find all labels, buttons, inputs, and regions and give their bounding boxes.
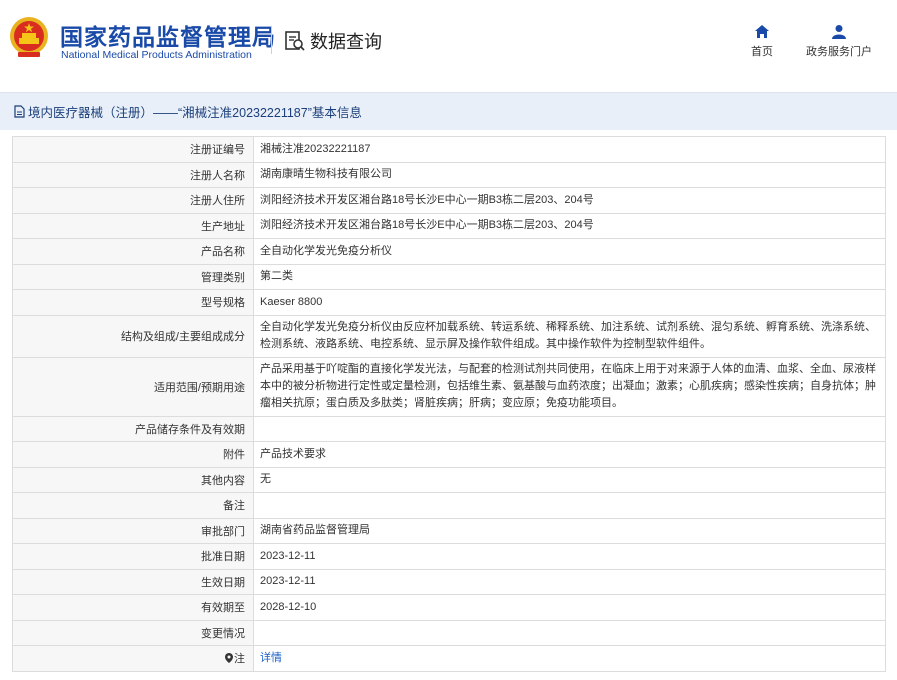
- table-row: 附件 产品技术要求: [12, 441, 886, 468]
- row-value: 产品采用基于吖啶酯的直接化学发光法，与配套的检测试剂共同使用，在临床上用于对来源…: [253, 356, 886, 417]
- table-row: 生效日期 2023-12-11: [12, 568, 886, 595]
- table-row: 产品名称 全自动化学发光免疫分析仪: [12, 238, 886, 265]
- org-name-cn: 国家药品监督管理局: [60, 24, 276, 50]
- row-label: 变更情况: [12, 619, 254, 646]
- row-label: 其他内容: [12, 466, 254, 493]
- row-value: 第二类: [253, 263, 886, 290]
- row-value: 2023-12-11: [253, 568, 886, 595]
- table-row: 注 详情: [12, 645, 886, 672]
- table-row: 备注: [12, 492, 886, 519]
- row-label: 结构及组成/主要组成成分: [12, 314, 254, 358]
- table-row: 生产地址 浏阳经济技术开发区湘台路18号长沙E中心一期B3栋二层203、204号: [12, 212, 886, 239]
- row-value: [253, 415, 886, 442]
- row-value: [253, 619, 886, 646]
- table-row: 注册人名称 湖南康晴生物科技有限公司: [12, 161, 886, 188]
- nav-home-label: 首页: [751, 46, 773, 58]
- row-label: 生产地址: [12, 212, 254, 239]
- site-header: 国家药品监督管理局 National Medical Products Admi…: [0, 0, 897, 92]
- row-label: 产品名称: [12, 238, 254, 265]
- header-divider: [271, 26, 272, 54]
- row-value: 2023-12-11: [253, 543, 886, 570]
- details-link[interactable]: 详情: [260, 652, 282, 664]
- row-value: [253, 492, 886, 519]
- row-label: 有效期至: [12, 594, 254, 621]
- row-label: 注册证编号: [12, 136, 254, 163]
- data-query-label: 数据查询: [310, 32, 382, 52]
- breadcrumb-text: 境内医疗器械（注册）——“湘械注准20232221187”基本信息: [28, 106, 362, 120]
- table-row: 注册证编号 湘械注准20232221187: [12, 136, 886, 163]
- breadcrumb: 境内医疗器械（注册）——“湘械注准20232221187”基本信息: [0, 92, 897, 130]
- row-label: 批准日期: [12, 543, 254, 570]
- table-row: 产品储存条件及有效期: [12, 415, 886, 442]
- detail-table-wrapper: 注册证编号 湘械注准20232221187 注册人名称 湖南康晴生物科技有限公司 注…: [12, 136, 886, 672]
- row-label: 生效日期: [12, 568, 254, 595]
- row-value-note: 详情: [253, 645, 886, 672]
- table-row: 注册人住所 浏阳经济技术开发区湘台路18号长沙E中心一期B3栋二层203、204号: [12, 187, 886, 214]
- row-label: 型号规格: [12, 289, 254, 316]
- row-label: 产品储存条件及有效期: [12, 415, 254, 442]
- row-value: 产品技术要求: [253, 441, 886, 468]
- row-label: 注册人名称: [12, 161, 254, 188]
- nav-service-portal[interactable]: 政务服务门户: [806, 24, 872, 59]
- row-value: 全自动化学发光免疫分析仪由反应杯加载系统、转运系统、稀释系统、加注系统、试剂系统…: [253, 314, 886, 358]
- row-value: 浏阳经济技术开发区湘台路18号长沙E中心一期B3栋二层203、204号: [253, 187, 886, 214]
- document-search-icon: [285, 31, 305, 51]
- row-label: 附件: [12, 441, 254, 468]
- row-label: 备注: [12, 492, 254, 519]
- row-value: 浏阳经济技术开发区湘台路18号长沙E中心一期B3栋二层203、204号: [253, 212, 886, 239]
- map-pin-icon: [225, 653, 233, 664]
- row-value: 湘械注准20232221187: [253, 136, 886, 163]
- table-row: 结构及组成/主要组成成分 全自动化学发光免疫分析仪由反应杯加载系统、转运系统、稀释…: [12, 314, 886, 358]
- row-label: 审批部门: [12, 517, 254, 544]
- row-value: 2028-12-10: [253, 594, 886, 621]
- row-value: Kaeser 8800: [253, 289, 886, 316]
- row-label: 注册人住所: [12, 187, 254, 214]
- table-row: 适用范围/预期用途 产品采用基于吖啶酯的直接化学发光法，与配套的检测试剂共同使用，…: [12, 356, 886, 417]
- row-value: 全自动化学发光免疫分析仪: [253, 238, 886, 265]
- nav-service-portal-label: 政务服务门户: [806, 46, 872, 58]
- row-value: 湖南省药品监督管理局: [253, 517, 886, 544]
- note-label: 注: [234, 653, 245, 666]
- data-query-title: 数据查询: [284, 28, 382, 54]
- table-row: 其他内容无: [12, 466, 886, 493]
- row-value: 无: [253, 466, 886, 493]
- document-icon: [14, 105, 25, 118]
- table-row: 型号规格 Kaeser 8800: [12, 289, 886, 316]
- table-row: 变更情况: [12, 619, 886, 646]
- user-icon: [832, 25, 846, 39]
- table-row: 管理类别 第二类: [12, 263, 886, 290]
- national-emblem-icon: [10, 17, 48, 57]
- detail-table: 注册证编号 湘械注准20232221187 注册人名称 湖南康晴生物科技有限公司 注…: [12, 136, 886, 672]
- org-name-en: National Medical Products Administration: [61, 49, 252, 61]
- nav-home[interactable]: 首页: [751, 24, 773, 59]
- table-row: 审批部门 湖南省药品监督管理局: [12, 517, 886, 544]
- table-row: 批准日期 2023-12-11: [12, 543, 886, 570]
- row-label-note: 注: [12, 645, 254, 672]
- home-icon: [755, 25, 769, 38]
- row-label: 适用范围/预期用途: [12, 356, 254, 417]
- row-value: 湖南康晴生物科技有限公司: [253, 161, 886, 188]
- row-label: 管理类别: [12, 263, 254, 290]
- table-row: 有效期至 2028-12-10: [12, 594, 886, 621]
